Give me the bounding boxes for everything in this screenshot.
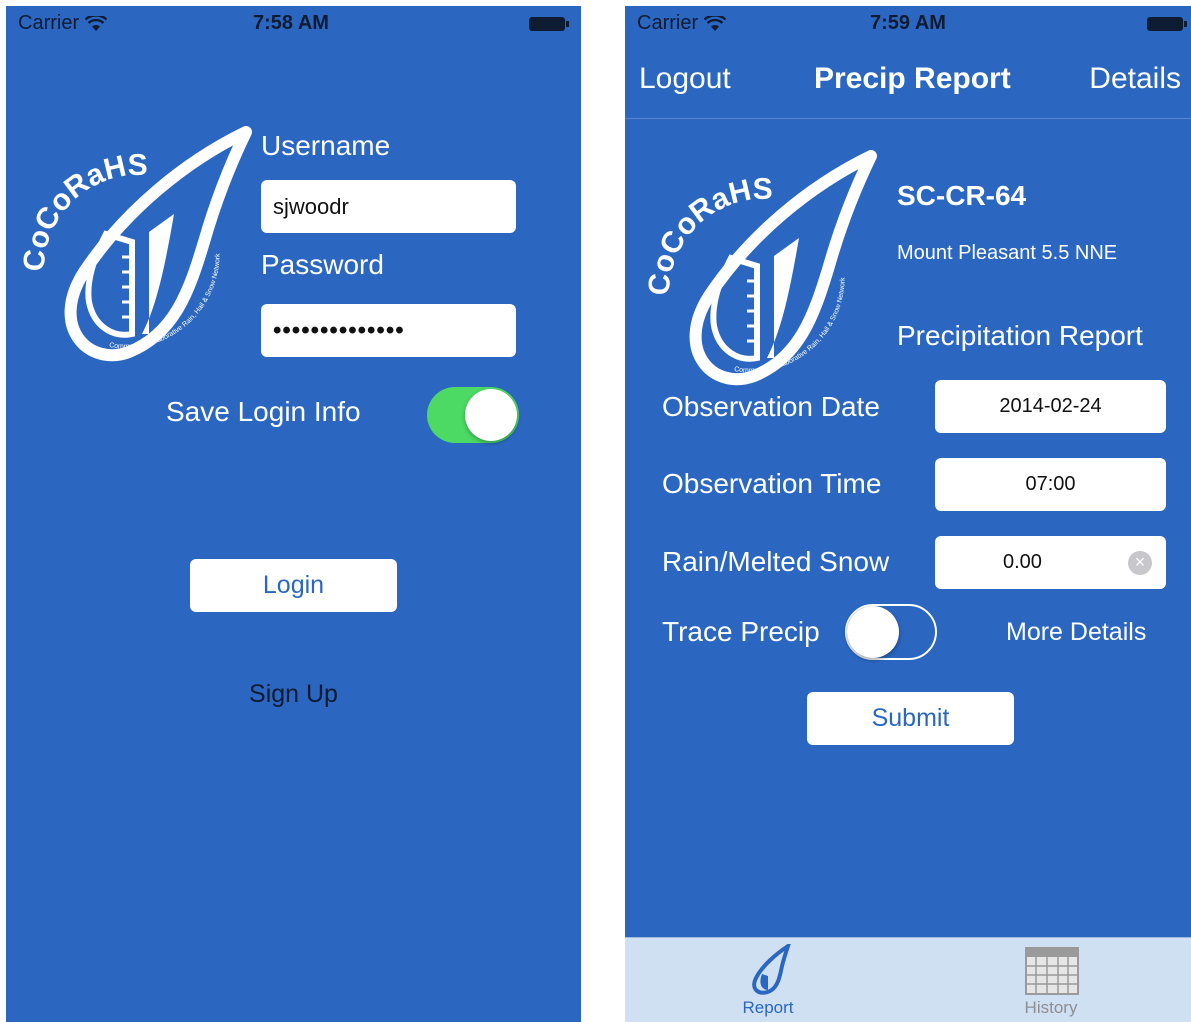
observation-date-value: 2014-02-24 (999, 395, 1102, 417)
nav-title: Precip Report (814, 62, 1011, 95)
signup-link[interactable]: Sign Up (190, 680, 397, 709)
username-input[interactable]: sjwoodr (261, 180, 516, 233)
login-screen: Carrier 7:58 AM CoCoRaHS Community Colla… (6, 6, 581, 1022)
navigation-bar: Logout Precip Report Details (625, 42, 1191, 119)
toggle-knob (847, 606, 899, 658)
cocorahs-logo: CoCoRaHS Community Collaborative Rain, H… (14, 122, 254, 372)
wifi-icon (704, 15, 727, 32)
toggle-knob (465, 389, 517, 441)
report-screen: Carrier 7:59 AM Logout Precip Report Det… (625, 6, 1191, 1022)
battery-icon (529, 17, 569, 31)
tab-bar: Report History (625, 937, 1191, 1022)
battery-icon (1147, 17, 1187, 31)
wifi-icon (85, 15, 108, 32)
tab-history-label: History (1024, 998, 1078, 1017)
password-label: Password (261, 249, 384, 280)
status-time: 7:59 AM (870, 12, 946, 34)
station-name: Mount Pleasant 5.5 NNE (897, 242, 1118, 264)
password-input[interactable]: •••••••••••••• (261, 304, 516, 357)
details-button[interactable]: Details (1089, 62, 1181, 96)
raindrop-gauge-icon (748, 941, 792, 1001)
carrier-label: Carrier (18, 12, 80, 34)
rain-melted-snow-input[interactable]: 0.00 × (935, 536, 1166, 589)
station-id: SC-CR-64 (897, 180, 1027, 211)
tab-report-label: Report (742, 998, 794, 1017)
username-label: Username (261, 130, 391, 161)
observation-time-label: Observation Time (662, 468, 882, 499)
password-value: •••••••••••••• (273, 316, 405, 344)
submit-button[interactable]: Submit (807, 692, 1014, 745)
trace-precip-label: Trace Precip (662, 616, 820, 647)
cocorahs-logo: CoCoRaHS Community Collaborative Rain, H… (639, 146, 879, 396)
section-title: Precipitation Report (897, 320, 1143, 351)
more-details-link[interactable]: More Details (1006, 618, 1146, 647)
status-bar: Carrier 7:58 AM (6, 6, 581, 42)
trace-precip-toggle[interactable] (845, 604, 937, 660)
carrier-indicator: Carrier (18, 12, 108, 35)
carrier-label: Carrier (637, 12, 699, 34)
tab-report[interactable]: Report (708, 938, 828, 1022)
observation-date-input[interactable]: 2014-02-24 (935, 380, 1166, 433)
save-login-toggle[interactable] (427, 387, 519, 443)
login-button[interactable]: Login (190, 559, 397, 612)
observation-time-input[interactable]: 07:00 (935, 458, 1166, 511)
clear-field-icon[interactable]: × (1128, 550, 1152, 575)
save-login-label: Save Login Info (166, 396, 361, 427)
rain-melted-snow-value: 0.00 (1003, 551, 1042, 573)
observation-time-value: 07:00 (1025, 473, 1076, 495)
status-bar: Carrier 7:59 AM (625, 6, 1191, 42)
calendar-icon (1025, 944, 1079, 1001)
observation-date-label: Observation Date (662, 391, 880, 422)
username-value: sjwoodr (273, 193, 349, 219)
tab-history[interactable]: History (991, 938, 1111, 1022)
rain-melted-snow-label: Rain/Melted Snow (662, 546, 890, 577)
status-time: 7:58 AM (253, 12, 329, 34)
carrier-indicator: Carrier (637, 12, 727, 35)
logout-button[interactable]: Logout (639, 62, 731, 96)
